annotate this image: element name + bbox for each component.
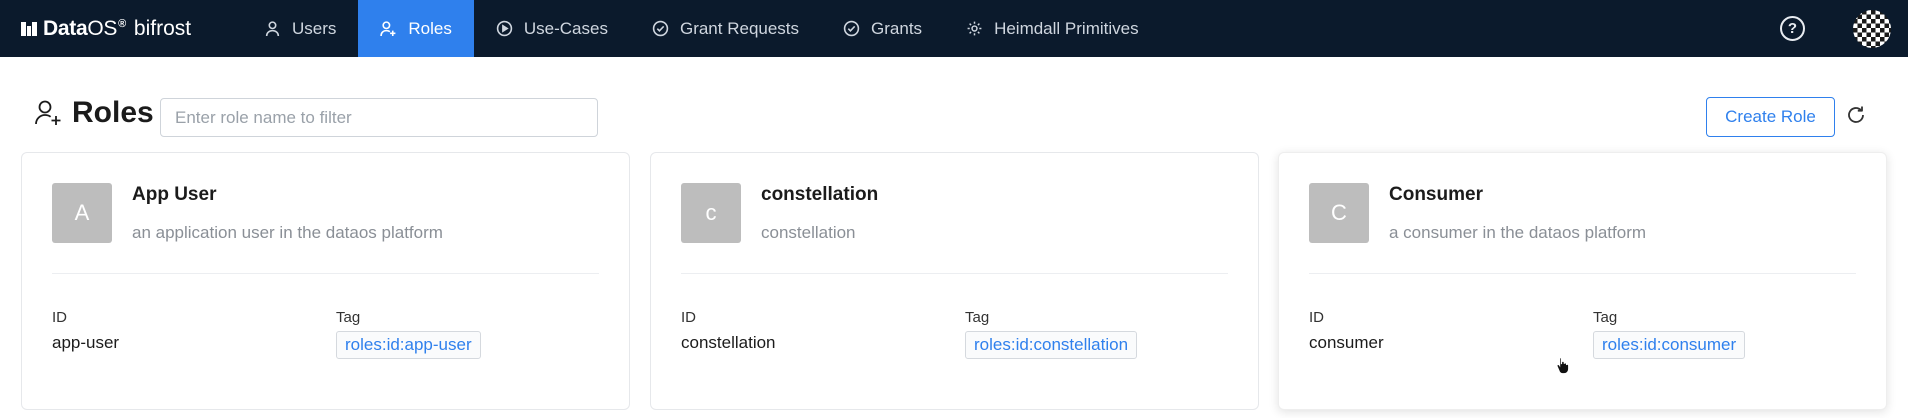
role-filter-input[interactable] [160, 98, 598, 137]
help-icon[interactable]: ? [1780, 16, 1805, 41]
nav-item-label: Heimdall Primitives [994, 18, 1139, 38]
card-divider [1309, 273, 1856, 274]
nav-item-label: Grant Requests [679, 18, 800, 38]
top-navbar: DataOS® bifrost Users Roles Use-Cases Gr… [0, 0, 1908, 57]
role-description: constellation [761, 223, 856, 242]
id-label: ID [681, 309, 696, 326]
role-id: constellation [681, 333, 776, 352]
nav-item-label: Roles [408, 18, 452, 38]
nav-item-label: Grants [871, 18, 923, 38]
card-divider [681, 273, 1228, 274]
user-avatar[interactable] [1853, 9, 1891, 48]
role-card-app-user[interactable]: A App User an application user in the da… [21, 152, 630, 410]
nav-right-actions: ? [1780, 0, 1908, 57]
user-icon [265, 21, 280, 37]
roles-icon [35, 100, 61, 125]
tag-label: Tag [1593, 309, 1618, 326]
id-label: ID [52, 309, 67, 326]
nav-item-grants[interactable]: Grants [821, 0, 944, 57]
tag-label: Tag [336, 309, 361, 326]
role-tag[interactable]: roles:id:app-user [336, 331, 481, 359]
check-circle-icon [652, 20, 669, 37]
role-name: App User [132, 184, 217, 205]
check-circle-icon [843, 20, 860, 37]
role-name: Consumer [1389, 184, 1483, 205]
create-role-button[interactable]: Create Role [1706, 97, 1835, 137]
dataos-logo-icon [21, 21, 37, 36]
page-title: Roles [72, 96, 154, 129]
role-avatar: C [1309, 183, 1369, 243]
nav-item-roles[interactable]: Roles [358, 0, 474, 57]
role-description: an application user in the dataos platfo… [132, 223, 443, 242]
play-circle-icon [496, 20, 513, 37]
role-avatar: c [681, 183, 741, 243]
role-card-consumer[interactable]: C Consumer a consumer in the dataos plat… [1278, 152, 1887, 410]
brand-app-name: bifrost [133, 16, 192, 40]
brand-logo[interactable]: DataOS® bifrost [0, 0, 242, 57]
id-label: ID [1309, 309, 1324, 326]
role-tag[interactable]: roles:id:consumer [1593, 331, 1746, 359]
role-card-constellation[interactable]: c constellation constellation ID constel… [650, 152, 1259, 410]
page-header: Roles [34, 96, 154, 130]
role-id: consumer [1309, 333, 1384, 352]
nav-item-use-cases[interactable]: Use-Cases [474, 0, 630, 57]
nav-item-heimdall-primitives[interactable]: Heimdall Primitives [944, 0, 1161, 57]
gear-icon [967, 21, 982, 36]
brand-name: DataOS® [43, 16, 126, 40]
nav-item-label: Use-Cases [523, 18, 608, 38]
tag-label: Tag [965, 309, 990, 326]
refresh-icon[interactable] [1845, 104, 1867, 126]
role-avatar: A [52, 183, 112, 243]
roles-icon [380, 21, 396, 36]
role-name: constellation [761, 184, 879, 205]
role-id: app-user [52, 333, 120, 352]
card-divider [52, 273, 599, 274]
nav-item-grant-requests[interactable]: Grant Requests [630, 0, 821, 57]
nav-item-users[interactable]: Users [242, 0, 358, 57]
role-tag[interactable]: roles:id:constellation [965, 331, 1138, 359]
hand-cursor-icon [1556, 357, 1569, 374]
nav-item-label: Users [292, 18, 337, 38]
role-description: a consumer in the dataos platform [1389, 223, 1647, 242]
